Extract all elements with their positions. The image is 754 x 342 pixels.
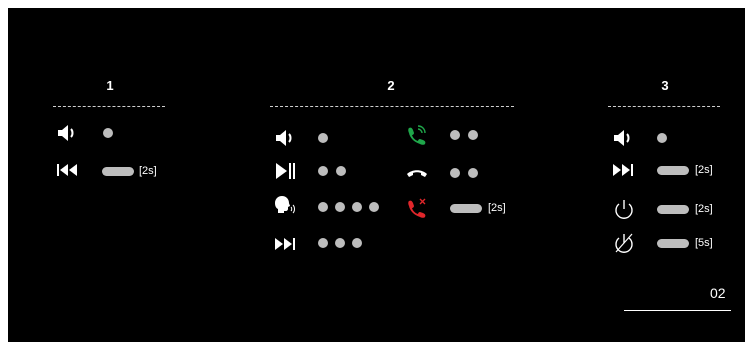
- indicator-dot: [318, 238, 328, 248]
- indicator-dot: [450, 168, 460, 178]
- volume-icon: [56, 123, 78, 143]
- power-on-icon: [613, 199, 635, 219]
- power-off-icon: [613, 233, 635, 253]
- indicator-dot: [450, 130, 460, 140]
- hold-duration-label: [2s]: [695, 164, 713, 176]
- indicator-dot: [352, 202, 362, 212]
- hold-indicator: [657, 239, 689, 248]
- indicator-dot: [103, 128, 113, 138]
- column-3-title: 3: [661, 78, 669, 93]
- indicator-dot: [318, 166, 328, 176]
- indicator-dot: [335, 202, 345, 212]
- hold-indicator: [450, 204, 482, 213]
- hold-duration-label: [2s]: [139, 165, 157, 177]
- volume-icon: [274, 128, 296, 148]
- column-1-title: 1: [106, 78, 114, 93]
- hold-indicator: [657, 166, 689, 175]
- indicator-dot: [468, 168, 478, 178]
- page-number: 02: [710, 285, 726, 301]
- indicator-dot: [336, 166, 346, 176]
- hold-duration-label: [2s]: [695, 203, 713, 215]
- hold-duration-label: [5s]: [695, 237, 713, 249]
- column-2-divider: [270, 106, 514, 107]
- indicator-dot: [318, 202, 328, 212]
- next-track-icon: [274, 234, 296, 254]
- previous-track-icon: [56, 160, 78, 180]
- indicator-dot: [318, 133, 328, 143]
- hold-indicator: [657, 205, 689, 214]
- column-3-divider: [608, 106, 720, 107]
- answer-call-icon: [406, 125, 428, 145]
- end-call-icon: [406, 163, 428, 183]
- volume-icon: [612, 128, 634, 148]
- column-2-title: 2: [387, 78, 395, 93]
- indicator-dot: [468, 130, 478, 140]
- reject-call-icon: [406, 198, 428, 218]
- indicator-dot: [369, 202, 379, 212]
- indicator-dot: [657, 133, 667, 143]
- next-track-icon: [612, 160, 634, 180]
- column-1-divider: [53, 106, 165, 107]
- hold-indicator: [102, 167, 134, 176]
- indicator-dot: [335, 238, 345, 248]
- indicator-dot: [352, 238, 362, 248]
- hold-duration-label: [2s]: [488, 202, 506, 214]
- play-pause-icon: [274, 161, 296, 181]
- controls-panel: 1 [2s] 2 [2s] 3 [2s] [2s] [5s] 02: [8, 8, 745, 342]
- page-number-underline: [624, 310, 731, 311]
- voice-assistant-icon: [274, 195, 296, 215]
